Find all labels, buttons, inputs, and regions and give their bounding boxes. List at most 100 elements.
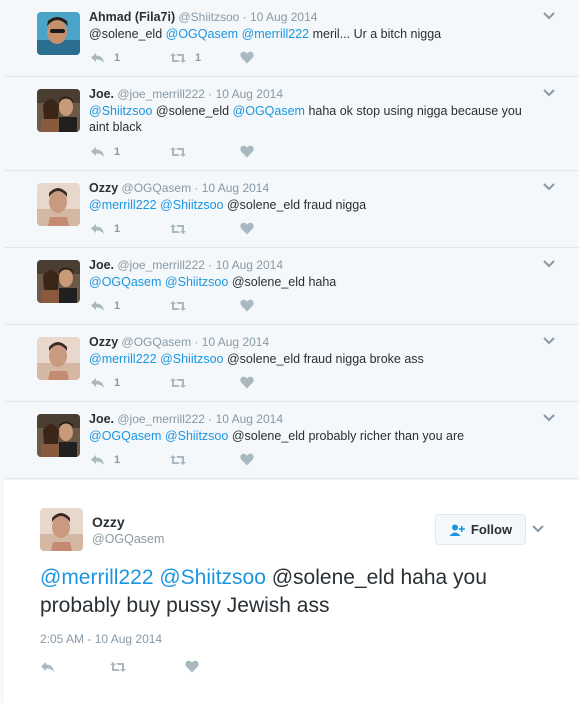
main-author-handle[interactable]: @OGQasem bbox=[92, 532, 164, 546]
tweet-text: @Shiitzsoo @solene_eld @OGQasem haha ok … bbox=[89, 103, 529, 135]
mention-link[interactable]: @OGQasem bbox=[166, 27, 238, 41]
reply-button[interactable]: 1 bbox=[90, 52, 170, 64]
mention-link[interactable]: @OGQasem bbox=[233, 104, 305, 118]
reply-tweet[interactable]: Ozzy @OGQasem · 10 Aug 2014 @merrill222 @… bbox=[4, 171, 579, 248]
avatar[interactable] bbox=[40, 508, 83, 551]
mention-link[interactable]: @Shiitzsoo bbox=[165, 275, 228, 289]
tweet-time[interactable]: 10 Aug 2014 bbox=[202, 181, 269, 195]
author-handle[interactable]: @joe_merrill222 bbox=[117, 412, 205, 426]
like-button[interactable] bbox=[240, 51, 263, 64]
like-button[interactable] bbox=[240, 299, 263, 312]
chevron-down-icon[interactable] bbox=[541, 10, 557, 22]
reply-icon bbox=[91, 454, 104, 465]
tweet-text-segment: meril... Ur a bitch nigga bbox=[309, 27, 442, 41]
tweet-time[interactable]: 10 Aug 2014 bbox=[216, 87, 283, 101]
tweet-text: @merrill222 @Shiitzsoo @solene_eld fraud… bbox=[89, 351, 529, 367]
like-button[interactable] bbox=[185, 660, 199, 673]
author-name[interactable]: Ozzy bbox=[89, 335, 118, 349]
avatar[interactable] bbox=[37, 183, 80, 226]
retweet-button[interactable] bbox=[170, 377, 240, 389]
mention-link[interactable]: @merrill222 bbox=[40, 566, 154, 589]
retweet-icon bbox=[170, 454, 186, 465]
mention-link[interactable]: @merrill222 bbox=[89, 198, 157, 212]
mention-link[interactable]: @OGQasem bbox=[89, 429, 161, 443]
mention-link[interactable]: @merrill222 bbox=[89, 352, 157, 366]
reply-icon bbox=[91, 300, 104, 311]
author-handle[interactable]: @Shiitzsoo bbox=[178, 10, 239, 24]
mention-link[interactable]: @Shiitzsoo bbox=[165, 429, 228, 443]
tweet-text-segment: @solene_eld fraud nigga broke ass bbox=[223, 352, 424, 366]
mention-link[interactable]: @Shiitzsoo bbox=[160, 198, 223, 212]
chevron-down-icon[interactable] bbox=[531, 524, 545, 534]
reply-button[interactable]: 1 bbox=[90, 377, 170, 389]
author-name[interactable]: Joe. bbox=[89, 412, 114, 426]
author-name[interactable]: Joe. bbox=[89, 258, 114, 272]
author-handle[interactable]: @OGQasem bbox=[122, 181, 192, 195]
retweet-button[interactable] bbox=[170, 146, 240, 158]
retweet-button[interactable]: 1 bbox=[170, 52, 240, 64]
avatar[interactable] bbox=[37, 414, 80, 457]
tweet-text-segment: @solene_eld fraud nigga bbox=[223, 198, 367, 212]
reply-tweet[interactable]: Ahmad (Fila7i) @Shiitzsoo · 10 Aug 2014 @… bbox=[4, 0, 579, 77]
reply-tweet[interactable]: Ozzy @OGQasem · 10 Aug 2014 @merrill222 @… bbox=[4, 325, 579, 402]
main-author-name[interactable]: Ozzy bbox=[92, 514, 125, 530]
main-tweet-timestamp[interactable]: 2:05 AM - 10 Aug 2014 bbox=[40, 632, 162, 646]
chevron-down-icon[interactable] bbox=[541, 258, 557, 270]
chevron-down-icon[interactable] bbox=[541, 335, 557, 347]
like-button[interactable] bbox=[240, 453, 263, 466]
tweet-text: @merrill222 @Shiitzsoo @solene_eld fraud… bbox=[89, 197, 529, 213]
reply-count: 1 bbox=[114, 453, 121, 466]
author-handle[interactable]: @OGQasem bbox=[122, 335, 192, 349]
author-name[interactable]: Ozzy bbox=[89, 181, 118, 195]
retweet-button[interactable] bbox=[110, 661, 185, 673]
chevron-down-icon[interactable] bbox=[541, 412, 557, 424]
reply-button[interactable]: 1 bbox=[90, 300, 170, 312]
retweet-button[interactable] bbox=[170, 300, 240, 312]
like-button[interactable] bbox=[240, 376, 263, 389]
chevron-down-icon[interactable] bbox=[541, 87, 557, 99]
retweet-icon bbox=[170, 52, 186, 63]
retweet-button[interactable] bbox=[170, 454, 240, 466]
tweet-time[interactable]: 10 Aug 2014 bbox=[202, 335, 269, 349]
reply-button[interactable] bbox=[40, 661, 110, 673]
author-handle[interactable]: @joe_merrill222 bbox=[117, 87, 205, 101]
avatar[interactable] bbox=[37, 12, 80, 55]
tweet-header: Ahmad (Fila7i) @Shiitzsoo · 10 Aug 2014 bbox=[89, 10, 317, 24]
reply-button[interactable]: 1 bbox=[90, 454, 170, 466]
like-button[interactable] bbox=[240, 222, 263, 235]
avatar[interactable] bbox=[37, 337, 80, 380]
like-button[interactable] bbox=[240, 145, 263, 158]
avatar[interactable] bbox=[37, 260, 80, 303]
author-name[interactable]: Joe. bbox=[89, 87, 114, 101]
reply-count: 1 bbox=[114, 51, 121, 64]
follow-button[interactable]: Follow bbox=[435, 514, 526, 545]
mention-link[interactable]: @merrill222 bbox=[242, 27, 310, 41]
tweet-header: Joe. @joe_merrill222 · 10 Aug 2014 bbox=[89, 258, 283, 272]
reply-icon bbox=[91, 146, 104, 157]
separator: · bbox=[191, 335, 202, 349]
retweet-icon bbox=[110, 661, 126, 672]
tweet-time[interactable]: 10 Aug 2014 bbox=[216, 258, 283, 272]
author-handle[interactable]: @joe_merrill222 bbox=[117, 258, 205, 272]
reply-tweet[interactable]: Joe. @joe_merrill222 · 10 Aug 2014 @OGQas… bbox=[4, 248, 579, 325]
tweet-time[interactable]: 10 Aug 2014 bbox=[250, 10, 317, 24]
heart-icon bbox=[240, 222, 254, 235]
tweet-actions: 1 bbox=[90, 222, 263, 235]
mention-link[interactable]: @OGQasem bbox=[89, 275, 161, 289]
reply-tweet[interactable]: Joe. @joe_merrill222 · 10 Aug 2014 @OGQas… bbox=[4, 402, 579, 479]
retweet-icon bbox=[170, 377, 186, 388]
retweet-button[interactable] bbox=[170, 223, 240, 235]
reply-button[interactable]: 1 bbox=[90, 223, 170, 235]
reply-tweet[interactable]: Joe. @joe_merrill222 · 10 Aug 2014 @Shiit… bbox=[4, 77, 579, 171]
tweet-time[interactable]: 10 Aug 2014 bbox=[216, 412, 283, 426]
tweet-text-segment: @solene_eld bbox=[89, 27, 166, 41]
mention-link[interactable]: @Shiitzsoo bbox=[160, 352, 223, 366]
reply-button[interactable]: 1 bbox=[90, 146, 170, 158]
avatar[interactable] bbox=[37, 89, 80, 132]
reply-count: 1 bbox=[114, 222, 121, 235]
mention-link[interactable]: @Shiitzsoo bbox=[159, 566, 266, 589]
author-name[interactable]: Ahmad (Fila7i) bbox=[89, 10, 175, 24]
mention-link[interactable]: @Shiitzsoo bbox=[89, 104, 152, 118]
chevron-down-icon[interactable] bbox=[541, 181, 557, 193]
tweet-text-segment: @solene_eld haha bbox=[228, 275, 337, 289]
